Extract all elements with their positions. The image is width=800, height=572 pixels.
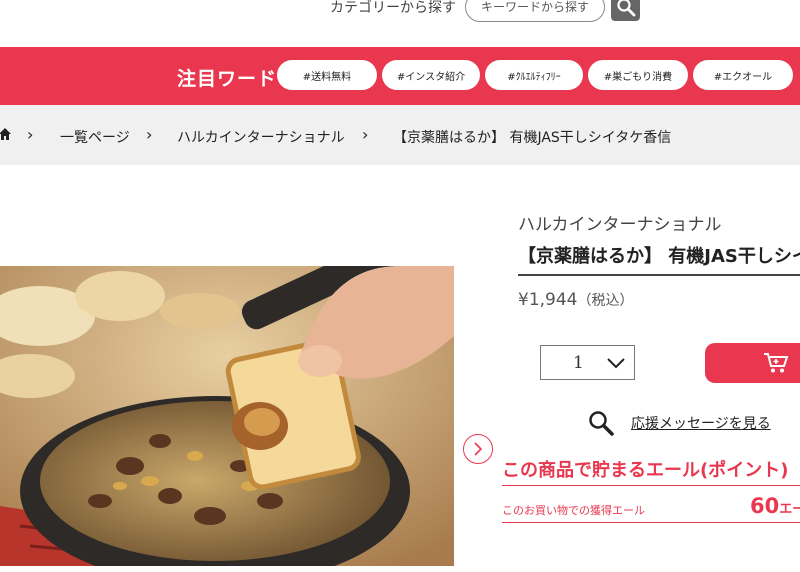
product-brand[interactable]: ハルカインターナショナル — [518, 210, 722, 235]
quantity-value: 1 — [573, 352, 584, 373]
price-value: ¥1,944 — [518, 290, 578, 310]
view-messages-link[interactable]: 応援メッセージを見る — [631, 413, 771, 433]
chevron-right-icon: › — [146, 125, 153, 144]
chip-instagram[interactable]: #インスタ紹介 — [382, 60, 480, 90]
banner-title: 注目ワード — [177, 68, 278, 90]
yell-points-unit: エール — [779, 502, 800, 517]
image-next-button[interactable] — [463, 434, 493, 464]
chip-free-shipping[interactable]: #送料無料 — [277, 60, 377, 90]
product-title: 【京薬膳はるか】 有機JAS干しシイタケ香信 — [518, 242, 800, 276]
chevron-right-icon — [474, 442, 483, 456]
quantity-select[interactable]: 1 — [540, 345, 635, 380]
keyword-search-label: キーワードから探す — [480, 0, 589, 14]
home-icon[interactable] — [0, 127, 12, 141]
keyword-search-button[interactable]: キーワードから探す — [465, 0, 605, 22]
product-price: ¥1,944（税込） — [518, 290, 633, 310]
chip-stay-home[interactable]: #巣ごもり消費 — [588, 60, 688, 90]
yell-points-value: 60エール — [750, 494, 800, 518]
chip-cruelty-free[interactable]: #ｸﾙｴﾙﾃｨﾌﾘｰ — [485, 60, 583, 90]
breadcrumb-brand[interactable]: ハルカインターナショナル — [177, 127, 345, 147]
yell-points-number: 60 — [750, 494, 780, 518]
breadcrumb: › 一覧ページ › ハルカインターナショナル › 【京薬膳はるか】 有機JAS干… — [0, 105, 800, 165]
yell-points-label: このお買い物での獲得エール — [502, 504, 645, 517]
chevron-down-icon — [607, 357, 625, 368]
add-to-cart-button[interactable] — [705, 343, 800, 383]
chevron-right-icon: › — [362, 125, 369, 144]
breadcrumb-list-page[interactable]: 一覧ページ — [60, 127, 130, 147]
yell-points-box: このお買い物での獲得エール 60エール — [502, 485, 800, 523]
product-image — [0, 266, 454, 566]
search-icon — [616, 0, 635, 16]
top-search-bar: カテゴリーから探す キーワードから探す — [0, 0, 800, 47]
yell-points-heading: この商品で貯まるエール(ポイント) — [502, 460, 789, 481]
trending-words-banner: 注目ワード #送料無料 #インスタ紹介 #ｸﾙｴﾙﾃｨﾌﾘｰ #巣ごもり消費 #… — [0, 47, 800, 105]
tax-note: （税込） — [577, 293, 634, 309]
support-message-row: 応援メッセージを見る — [588, 410, 771, 436]
chevron-right-icon: › — [27, 125, 34, 144]
search-icon — [589, 411, 614, 436]
breadcrumb-current: 【京薬膳はるか】 有機JAS干しシイタケ香信 — [393, 130, 672, 146]
cart-icon — [764, 353, 789, 373]
chip-equol[interactable]: #エクオール — [693, 60, 793, 90]
search-button[interactable] — [611, 0, 640, 21]
category-search-link[interactable]: カテゴリーから探す — [330, 0, 456, 16]
